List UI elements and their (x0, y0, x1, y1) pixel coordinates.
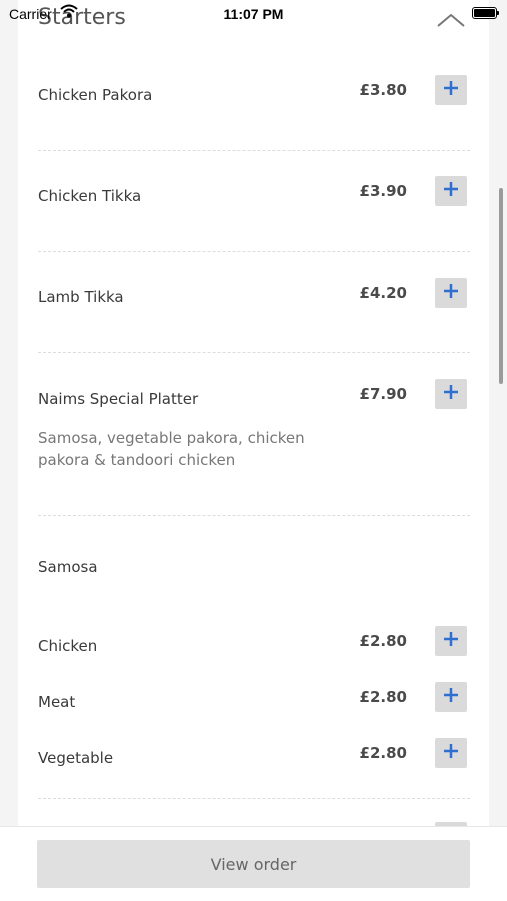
menu-item-name: Lamb Tikka (38, 288, 124, 306)
menu-item-price: £4.20 (359, 284, 407, 302)
option-name: Chicken (38, 637, 98, 655)
option-price: £2.80 (359, 744, 407, 762)
plus-icon (443, 80, 459, 100)
add-option-button[interactable] (435, 738, 467, 768)
option-price: £2.80 (359, 688, 407, 706)
status-time: 11:07 PM (223, 6, 284, 22)
plus-icon (443, 687, 459, 707)
menu-item-name: Chicken Tikka (38, 187, 142, 205)
divider (38, 515, 470, 516)
divider (38, 251, 470, 252)
menu-section-card: Starters Chicken Pakora £3.80 Chicken Ti… (18, 0, 489, 826)
add-item-button[interactable] (435, 176, 467, 206)
option-name: Vegetable (38, 749, 114, 767)
divider (38, 352, 470, 353)
menu-item-name: Naims Special Platter (38, 390, 199, 408)
add-item-button[interactable] (435, 75, 467, 105)
add-option-button[interactable] (435, 626, 467, 656)
view-order-button[interactable]: View order (37, 840, 470, 888)
add-option-button[interactable] (435, 682, 467, 712)
divider (38, 798, 470, 799)
add-item-button[interactable] (435, 379, 467, 409)
option-group-title: Samosa (38, 558, 98, 576)
menu-item-price: £7.90 (359, 385, 407, 403)
menu-item-description: Samosa, vegetable pakora, chicken pakora… (38, 429, 305, 469)
option-name: Meat (38, 693, 76, 711)
menu-item-price: £3.80 (359, 81, 407, 99)
menu-item-name: Chicken Pakora (38, 86, 153, 104)
plus-icon (443, 384, 459, 404)
add-item-button[interactable] (435, 278, 467, 308)
menu-item-price: £3.90 (359, 182, 407, 200)
scrollbar[interactable] (499, 188, 503, 384)
divider (38, 150, 470, 151)
plus-icon (443, 181, 459, 201)
plus-icon (443, 631, 459, 651)
plus-icon (443, 743, 459, 763)
battery-icon (472, 7, 499, 19)
plus-icon (443, 283, 459, 303)
status-bar: Carrier 11:07 PM (0, 0, 507, 28)
option-price: £2.80 (359, 632, 407, 650)
footer-bar: View order (0, 826, 507, 901)
